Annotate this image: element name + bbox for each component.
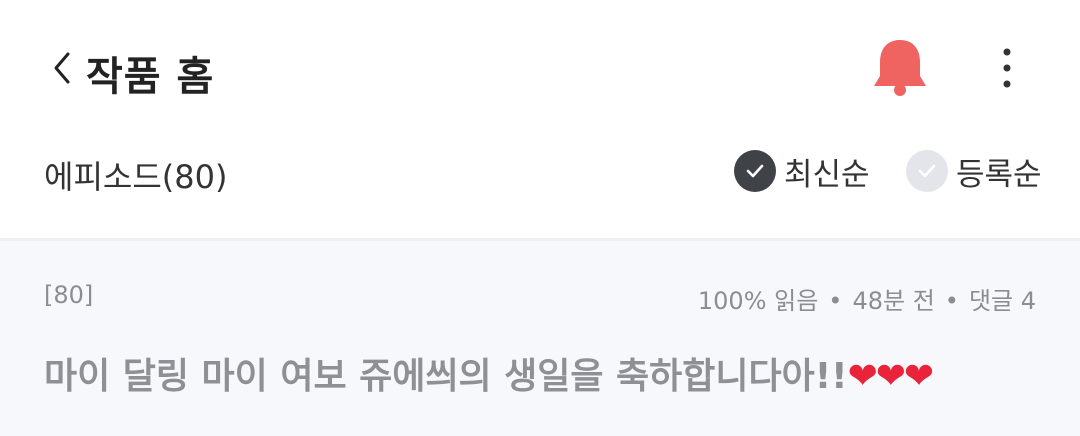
sort-latest-label: 최신순 <box>784 156 870 193</box>
sort-registered-option[interactable]: 등록순 <box>906 150 1042 193</box>
heart-emojis: ❤❤❤ <box>847 356 934 397</box>
episode-meta: 100% 읽음 • 48분 전 • 댓글 4 <box>698 281 1036 316</box>
more-options-button[interactable] <box>986 40 1028 96</box>
episode-number: [80] <box>44 281 94 309</box>
read-progress: 100% 읽음 <box>697 287 819 315</box>
episode-list-item[interactable]: [80] 100% 읽음 • 48분 전 • 댓글 4 마이 달링 마이 여보 쥬에씌의… <box>0 241 1080 436</box>
check-circle-icon <box>734 150 776 192</box>
notification-button[interactable] <box>868 36 932 100</box>
episode-title: 마이 달링 마이 여보 쥬에씌의 생일을 축하합니다아!!❤❤❤ <box>44 347 934 399</box>
sort-latest-option[interactable]: 최신순 <box>734 150 870 193</box>
top-app-bar: 작품 홈 <box>0 0 1080 136</box>
more-vertical-icon <box>1003 48 1011 88</box>
separator-dot: • <box>828 287 843 315</box>
page-title: 작품 홈 <box>86 54 215 100</box>
bell-icon <box>874 40 926 96</box>
check-circle-icon <box>906 150 948 192</box>
sort-registered-label: 등록순 <box>956 156 1042 193</box>
comment-count: 댓글 4 <box>968 287 1036 315</box>
posted-time: 48분 전 <box>852 287 935 315</box>
episode-title-text: 마이 달링 마이 여보 쥬에씌의 생일을 축하합니다아!! <box>44 356 848 397</box>
back-button[interactable] <box>44 48 84 88</box>
chevron-left-icon <box>54 52 70 84</box>
separator-dot: • <box>944 287 959 315</box>
episode-count-label: 에피소드(80) <box>44 158 228 196</box>
